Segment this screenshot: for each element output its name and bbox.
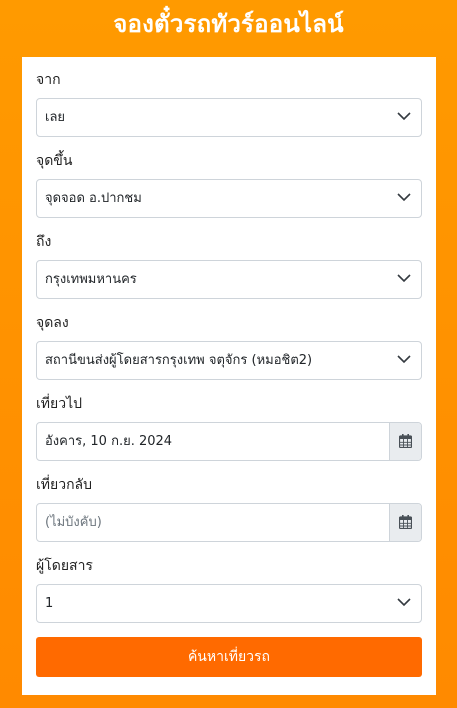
to-select[interactable]: กรุงเทพมหานคร	[36, 260, 422, 299]
chevron-down-icon	[397, 193, 411, 202]
from-value: เลย	[45, 110, 66, 125]
return-placeholder: (ไม่บังคับ)	[45, 515, 102, 530]
dropoff-value: สถานีขนส่งผู้โดยสารกรุงเทพ จตุจักร (หมอช…	[45, 353, 313, 368]
pickup-value: จุดจอด อ.ปากชม	[45, 191, 142, 206]
to-value: กรุงเทพมหานคร	[45, 272, 137, 287]
depart-date-input[interactable]: อังคาร, 10 ก.ย. 2024	[36, 422, 422, 461]
from-select[interactable]: เลย	[36, 98, 422, 137]
chevron-down-icon	[397, 355, 411, 364]
passengers-label: ผู้โดยสาร	[36, 558, 93, 574]
pickup-label: จุดขึ้น	[36, 153, 73, 169]
dropoff-select[interactable]: สถานีขนส่งผู้โดยสารกรุงเทพ จตุจักร (หมอช…	[36, 341, 422, 380]
search-trips-button[interactable]: ค้นหาเที่ยวรถ	[36, 637, 422, 677]
passengers-select[interactable]: 1	[36, 584, 422, 623]
from-label: จาก	[36, 72, 61, 88]
booking-form: จาก เลย จุดขึ้น จุดจอด อ.ปากชม ถึง กรุงเ…	[22, 57, 436, 695]
dropoff-label: จุดลง	[36, 315, 69, 331]
return-label: เที่ยวกลับ	[36, 477, 93, 493]
to-label: ถึง	[36, 234, 52, 250]
depart-label: เที่ยวไป	[36, 396, 83, 412]
depart-value: อังคาร, 10 ก.ย. 2024	[45, 434, 173, 449]
depart-calendar-button[interactable]	[389, 423, 421, 460]
return-date-input[interactable]: (ไม่บังคับ)	[36, 503, 422, 542]
chevron-down-icon	[397, 598, 411, 607]
pickup-select[interactable]: จุดจอด อ.ปากชม	[36, 179, 422, 218]
calendar-icon	[399, 515, 412, 529]
page-title: จองตั๋วรถทัวร์ออนไลน์	[113, 10, 344, 38]
chevron-down-icon	[397, 112, 411, 121]
passengers-value: 1	[45, 596, 54, 611]
return-calendar-button[interactable]	[389, 504, 421, 541]
calendar-icon	[399, 434, 412, 448]
chevron-down-icon	[397, 274, 411, 283]
